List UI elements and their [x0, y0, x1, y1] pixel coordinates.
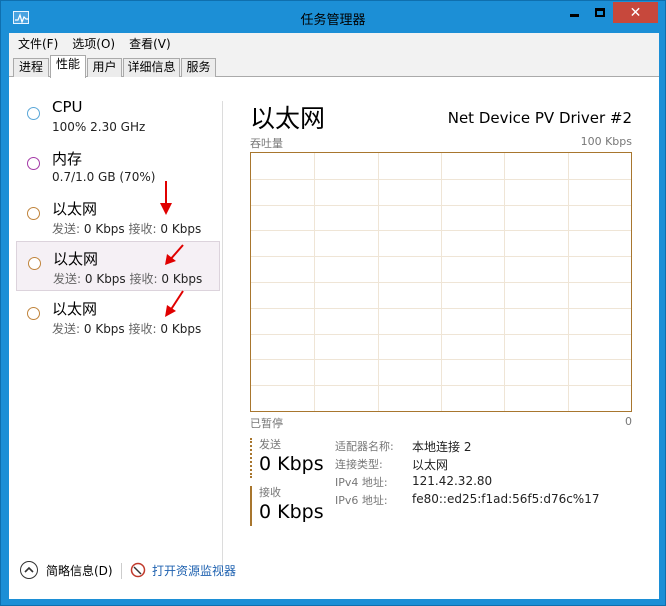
- property-value: 121.42.32.80: [412, 474, 493, 488]
- resource-detail: 发送: 0 Kbps 接收: 0 Kbps: [53, 270, 202, 287]
- receive-stat: 接收 0 Kbps: [250, 486, 335, 526]
- receive-value: 0 Kbps: [160, 322, 202, 336]
- cpu-indicator-icon: [27, 107, 40, 120]
- tab-strip: 进程 性能 用户 详细信息 服务: [9, 54, 659, 78]
- send-value: 0 Kbps: [83, 222, 125, 236]
- property-value: fe80::ed25:f1ad:56f5:d76c%17: [412, 492, 600, 506]
- maximize-button[interactable]: [587, 2, 613, 23]
- resource-title: CPU: [52, 98, 83, 116]
- resource-ethernet-3[interactable]: 以太网 发送: 0 Kbps 接收: 0 Kbps: [16, 292, 220, 342]
- resource-title: 以太网: [52, 200, 98, 218]
- resource-ethernet-1[interactable]: 以太网 发送: 0 Kbps 接收: 0 Kbps: [16, 192, 220, 242]
- resource-cpu[interactable]: CPU 100% 2.30 GHz: [16, 92, 220, 142]
- resource-title: 以太网: [52, 300, 98, 318]
- memory-indicator-icon: [27, 157, 40, 170]
- minimize-button[interactable]: [561, 2, 587, 23]
- fewer-details-button[interactable]: 简略信息(D): [46, 562, 113, 579]
- menu-options[interactable]: 选项(O): [72, 35, 115, 52]
- property-key: 连接类型:: [335, 458, 383, 471]
- graph-min-label: 0: [625, 415, 632, 428]
- title-bar[interactable]: 任务管理器 ✕: [1, 1, 665, 33]
- annotation-arrow-icon: [165, 244, 184, 265]
- close-icon: ✕: [629, 4, 642, 21]
- task-manager-window: 任务管理器 ✕ 文件(F) 选项(O) 查看(V) 进程 性能 用户 详细信息 …: [0, 0, 666, 606]
- resource-monitor-icon[interactable]: [130, 562, 146, 578]
- send-value: 0 Kbps: [83, 322, 125, 336]
- device-name: Net Device PV Driver #2: [447, 109, 632, 127]
- maximize-icon: [595, 8, 605, 17]
- property-key: IPv6 地址:: [335, 494, 388, 507]
- resource-title: 内存: [52, 150, 83, 168]
- paused-label: 已暂停: [250, 417, 283, 430]
- receive-label: 接收:: [128, 322, 157, 336]
- tab-users[interactable]: 用户: [87, 58, 122, 77]
- open-resource-monitor-link[interactable]: 打开资源监视器: [152, 562, 236, 579]
- send-label: 发送:: [53, 272, 82, 286]
- property-row: IPv6 地址: fe80::ed25:f1ad:56f5:d76c%17: [335, 492, 635, 508]
- property-key: IPv4 地址:: [335, 476, 388, 489]
- property-row: 适配器名称: 本地连接 2: [335, 438, 635, 454]
- tab-performance[interactable]: 性能: [50, 55, 86, 78]
- send-stat-value: 0 Kbps: [259, 453, 324, 475]
- send-stat-label: 发送: [259, 438, 281, 451]
- send-stat: 发送 0 Kbps: [250, 438, 335, 478]
- close-button[interactable]: ✕: [613, 2, 658, 23]
- tab-processes[interactable]: 进程: [13, 58, 49, 77]
- receive-label: 接收:: [129, 272, 158, 286]
- receive-value: 0 Kbps: [161, 272, 203, 286]
- resource-memory[interactable]: 内存 0.7/1.0 GB (70%): [16, 142, 220, 192]
- property-key: 适配器名称:: [335, 440, 394, 453]
- graph-grid: [251, 153, 631, 411]
- receive-label: 接收:: [128, 222, 157, 236]
- chevron-up-icon[interactable]: [20, 561, 38, 579]
- ethernet-indicator-icon: [28, 257, 41, 270]
- ethernet-indicator-icon: [27, 207, 40, 220]
- graph-max-label: 100 Kbps: [580, 135, 632, 148]
- client-area: 文件(F) 选项(O) 查看(V) 进程 性能 用户 详细信息 服务 CPU 1…: [9, 33, 659, 599]
- menu-bar: 文件(F) 选项(O) 查看(V): [9, 33, 659, 54]
- annotation-arrow-icon: [160, 181, 172, 215]
- tab-details[interactable]: 详细信息: [123, 58, 180, 77]
- resource-detail: 0.7/1.0 GB (70%): [52, 170, 156, 184]
- resource-detail: 发送: 0 Kbps 接收: 0 Kbps: [52, 220, 201, 237]
- throughput-graph: [250, 152, 632, 412]
- tab-services[interactable]: 服务: [181, 58, 216, 77]
- minimize-icon: [569, 14, 579, 17]
- receive-stat-label: 接收: [259, 486, 281, 499]
- menu-file[interactable]: 文件(F): [18, 35, 58, 52]
- menu-view[interactable]: 查看(V): [129, 35, 171, 52]
- annotation-arrow-icon: [165, 290, 184, 317]
- send-value: 0 Kbps: [84, 272, 126, 286]
- footer-separator: [121, 563, 122, 579]
- receive-value: 0 Kbps: [160, 222, 202, 236]
- send-label: 发送:: [52, 322, 81, 336]
- resource-ethernet-2[interactable]: 以太网 发送: 0 Kbps 接收: 0 Kbps: [16, 241, 220, 291]
- resource-title: 以太网: [53, 250, 99, 268]
- pane-divider[interactable]: [222, 101, 223, 573]
- throughput-label: 吞吐量: [250, 137, 283, 150]
- property-value: 以太网: [412, 458, 449, 472]
- property-row: IPv4 地址: 121.42.32.80: [335, 474, 635, 490]
- footer-bar: 简略信息(D) 打开资源监视器: [9, 555, 659, 587]
- ethernet-indicator-icon: [27, 307, 40, 320]
- detail-title: 以太网: [250, 104, 326, 133]
- property-value: 本地连接 2: [412, 440, 472, 454]
- resource-detail: 发送: 0 Kbps 接收: 0 Kbps: [52, 320, 201, 337]
- property-row: 连接类型: 以太网: [335, 456, 635, 472]
- send-label: 发送:: [52, 222, 81, 236]
- resource-detail: 100% 2.30 GHz: [52, 120, 146, 134]
- receive-stat-value: 0 Kbps: [259, 501, 324, 523]
